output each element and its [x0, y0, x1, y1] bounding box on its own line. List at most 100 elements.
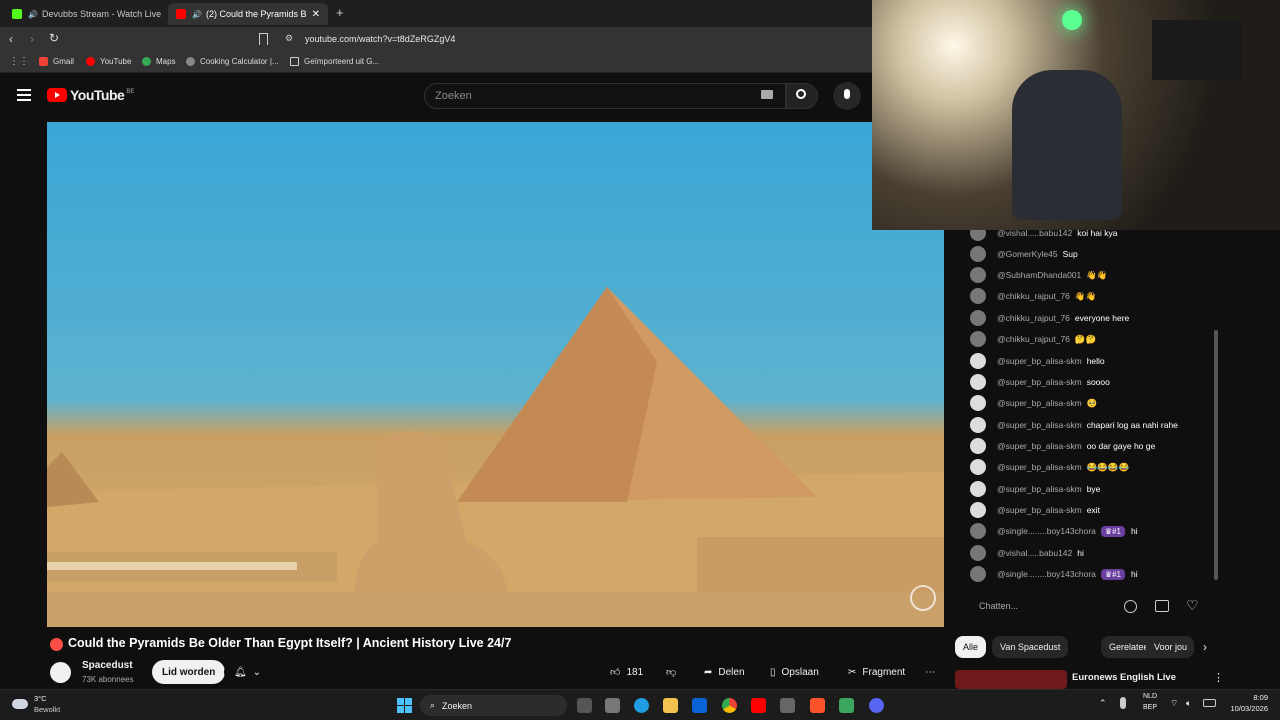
file-explorer-icon[interactable]	[663, 698, 678, 713]
chat-message: @vishal.....babu142 koi hai kya	[970, 230, 1117, 242]
speaker-icon: 🔊	[28, 9, 38, 19]
notifications-button[interactable]: 🔔︎ ⌄	[224, 660, 270, 684]
save-button[interactable]: ▯ Opslaan	[760, 660, 829, 684]
avatar	[970, 246, 986, 262]
bookmark-icon[interactable]	[259, 33, 268, 45]
voice-search-button[interactable]	[833, 82, 861, 110]
avatar	[970, 417, 986, 433]
avatar	[970, 438, 986, 454]
avatar	[970, 502, 986, 518]
cloud-icon	[12, 699, 28, 709]
youtube-app-icon[interactable]	[751, 698, 766, 713]
related-thumbnail[interactable]	[955, 670, 1067, 689]
youtube-header: YouTube BE Zoeken	[0, 73, 872, 119]
share-button[interactable]: ➦ Delen	[694, 660, 755, 684]
reload-icon[interactable]: ↻	[49, 31, 59, 45]
apps-grid-icon[interactable]: ⋮⋮	[9, 56, 29, 67]
chat-input-row: Chatten... ♡	[968, 594, 1208, 620]
new-tab-button[interactable]: +	[336, 5, 344, 20]
chevron-right-icon[interactable]: ›	[1203, 640, 1207, 654]
heart-icon[interactable]: ♡	[1186, 597, 1199, 614]
maps-icon	[142, 57, 151, 66]
app-icon[interactable]	[839, 698, 854, 713]
member-badge: ♛#1	[1100, 568, 1125, 580]
monitor	[1152, 20, 1242, 80]
tab-label: (2) Could the Pyramids Be	[205, 9, 306, 19]
clock-time[interactable]: 8:09	[1224, 693, 1268, 702]
more-horiz-icon: ⋯	[925, 666, 935, 678]
youtube-icon	[86, 57, 95, 66]
microphone-tray-icon[interactable]	[1120, 697, 1126, 709]
channel-avatar[interactable]	[50, 662, 71, 683]
video-player[interactable]	[47, 122, 944, 627]
search-button[interactable]	[786, 83, 818, 109]
avatar	[970, 331, 986, 347]
bell-icon: 🔔︎	[234, 666, 247, 678]
youtube-logo[interactable]: YouTube BE	[47, 87, 134, 103]
back-icon[interactable]: ‹	[9, 32, 13, 46]
chrome-icon[interactable]	[722, 698, 737, 713]
discord-icon[interactable]	[869, 698, 884, 713]
keyboard-icon[interactable]	[761, 90, 773, 99]
task-view-icon[interactable]	[577, 698, 592, 713]
dislike-button[interactable]: 👎︎	[658, 660, 686, 684]
join-button[interactable]: Lid worden	[152, 660, 226, 684]
language-bottom[interactable]: BEP	[1143, 704, 1157, 711]
bookmark-folder-imported[interactable]: Geïmporteerd uit G...	[290, 57, 379, 66]
chevron-up-icon[interactable]: ⌃	[1099, 698, 1107, 709]
chat-scrollbar[interactable]	[1214, 330, 1218, 580]
clip-button[interactable]: ✂ Fragment	[838, 660, 916, 684]
weather-temp[interactable]: 3°C	[34, 694, 47, 703]
more-actions-button[interactable]: ⋯	[918, 660, 944, 684]
related-video-title[interactable]: Euronews English Live	[1072, 672, 1176, 683]
chat-message: @SubhamDhanda001 👋👋	[970, 266, 1107, 284]
calculator-app-icon[interactable]	[780, 698, 795, 713]
subscriber-count: 73K abonnees	[82, 675, 134, 684]
battery-icon[interactable]	[1203, 699, 1216, 707]
avatar	[970, 288, 986, 304]
address-bar[interactable]: youtube.com/watch?v=t8dZeRGZgV4	[305, 34, 455, 44]
bookmark-maps[interactable]: Maps	[142, 57, 176, 66]
bookmark-youtube[interactable]: YouTube	[86, 57, 131, 66]
chip-for-you[interactable]: Voor jou	[1146, 636, 1194, 658]
brave-icon[interactable]	[810, 698, 825, 713]
bookmark-cooking-calculator[interactable]: Cooking Calculator |...	[186, 57, 279, 66]
like-button[interactable]: 👍︎ 181	[600, 660, 654, 684]
edge-icon[interactable]	[634, 698, 649, 713]
person-silhouette	[1012, 70, 1122, 220]
browser-tab-bar: 🔊 Devubbs Stream - Watch Live on 🔊 (2) C…	[0, 0, 872, 27]
weather-desc[interactable]: Bewolkt	[34, 705, 60, 714]
chat-input[interactable]: Chatten...	[979, 601, 1018, 611]
windows-start-icon[interactable]	[397, 698, 412, 713]
volume-icon[interactable]: 🔈︎	[1186, 698, 1191, 709]
wifi-icon[interactable]: ⌔	[1170, 698, 1178, 709]
chat-message: @super_bp_alisa-skm chapari log aa nahi r…	[970, 416, 1178, 434]
chip-from-channel[interactable]: Van Spacedust	[992, 636, 1069, 658]
search-icon: ⌕	[430, 700, 436, 710]
green-light	[1062, 10, 1082, 30]
language-top[interactable]: NLD	[1143, 693, 1157, 700]
clock-date[interactable]: 10/03/2026	[1224, 704, 1268, 713]
bookmark-gmail[interactable]: Gmail	[39, 57, 74, 66]
channel-name[interactable]: Spacedust	[82, 660, 133, 671]
avatar	[970, 459, 986, 475]
forward-icon[interactable]: ›	[30, 32, 34, 46]
emoji-icon[interactable]	[1124, 600, 1137, 613]
search-input[interactable]: Zoeken	[424, 83, 786, 109]
avatar	[970, 374, 986, 390]
chip-all[interactable]: Alle	[955, 636, 987, 658]
tab-youtube[interactable]: 🔊 (2) Could the Pyramids Be ✕	[168, 3, 328, 25]
super-chat-icon[interactable]	[1155, 600, 1169, 612]
site-settings-icon[interactable]: ⚙	[285, 33, 293, 44]
taskbar-search[interactable]: ⌕ Zoeken	[420, 695, 567, 716]
browser-toolbar: ‹ › ↻ ⚙ youtube.com/watch?v=t8dZeRGZgV4	[0, 27, 872, 53]
tab-devubbs[interactable]: 🔊 Devubbs Stream - Watch Live on	[4, 3, 162, 25]
channel-watermark-icon[interactable]	[910, 585, 936, 611]
share-icon: ➦	[704, 666, 713, 678]
more-vert-icon[interactable]: ⋮	[1213, 671, 1224, 684]
outlook-icon[interactable]	[692, 698, 707, 713]
menu-icon[interactable]	[17, 89, 31, 101]
store-icon[interactable]	[605, 698, 620, 713]
close-tab-icon[interactable]: ✕	[312, 9, 320, 20]
crown-icon: ♛	[1104, 526, 1113, 536]
